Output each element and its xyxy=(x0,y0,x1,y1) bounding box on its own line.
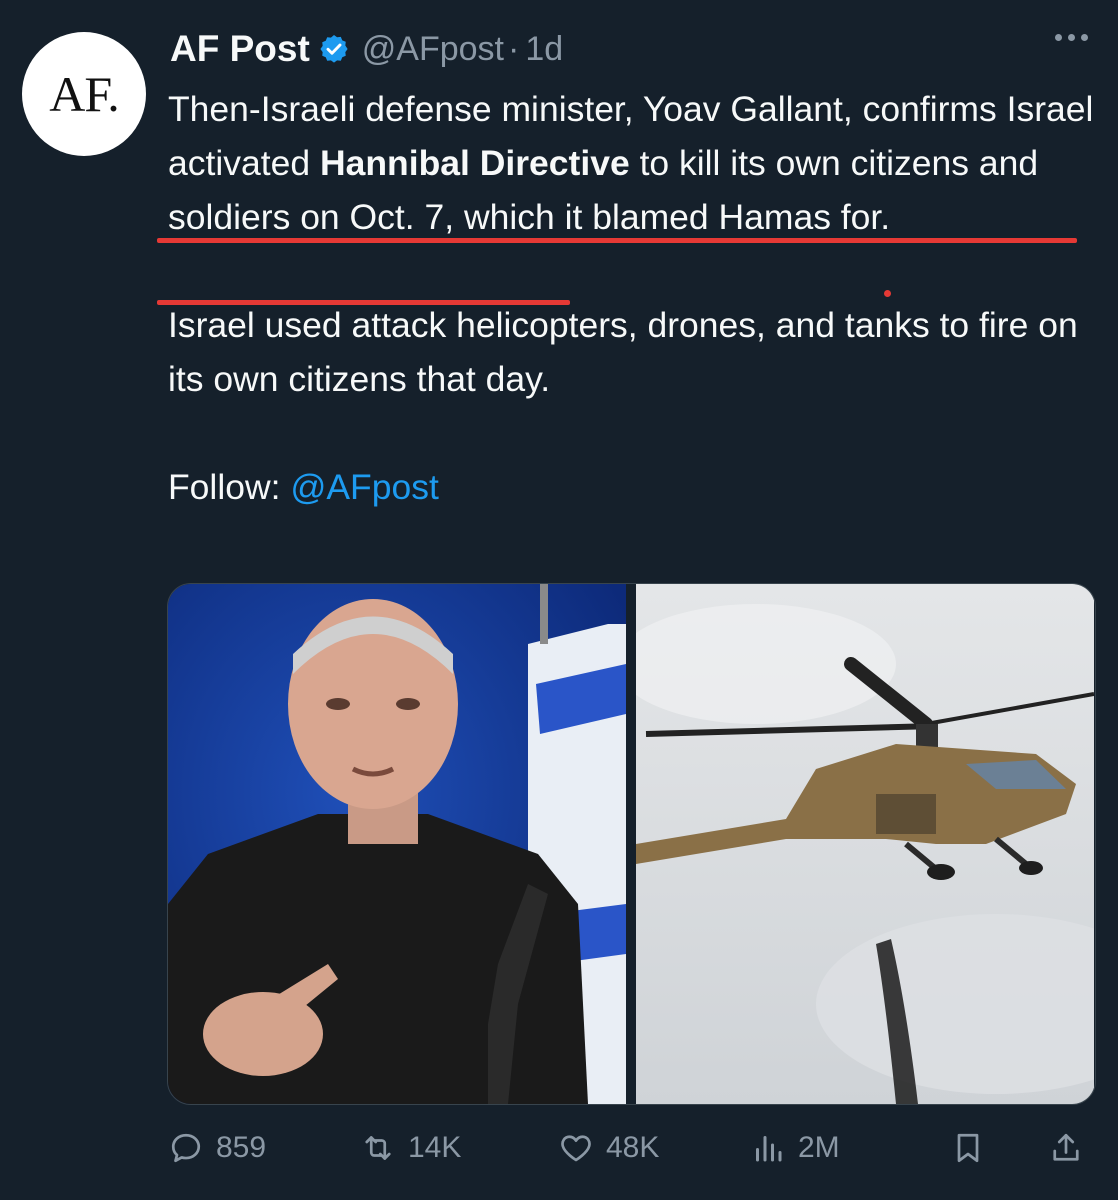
header-separator: · xyxy=(508,29,520,68)
red-underline-annotation xyxy=(157,238,1077,243)
red-dot-annotation xyxy=(884,290,891,297)
share-button[interactable] xyxy=(1048,1130,1096,1166)
heart-icon xyxy=(561,1135,591,1162)
post-paragraph-1: Then-Israeli defense minister, Yoav Gall… xyxy=(168,82,1098,244)
author-name[interactable]: AF Post xyxy=(170,28,310,70)
bookmark-button[interactable] xyxy=(950,1130,998,1166)
views-count: 2M xyxy=(798,1131,840,1164)
follow-prefix: Follow: xyxy=(168,467,291,507)
mention-link[interactable]: @AFpost xyxy=(290,467,439,507)
post-header: AF Post @AFpost · 1d xyxy=(170,26,1088,72)
post-avatar[interactable]: AF. xyxy=(22,32,146,156)
share-icon xyxy=(1053,1133,1079,1161)
repost-icon xyxy=(365,1136,391,1160)
verified-badge-icon xyxy=(320,35,348,63)
post-media-grid xyxy=(167,583,1096,1105)
media-photo-helicopter[interactable] xyxy=(636,584,1095,1104)
helicopter-photo-image xyxy=(636,584,1095,1104)
post-actions-bar: 859 14K 48K 2M xyxy=(168,1120,1088,1176)
post-text: Then-Israeli defense minister, Yoav Gall… xyxy=(168,82,1098,514)
bookmark-icon xyxy=(957,1133,979,1163)
views-chart-icon xyxy=(756,1136,782,1162)
post-paragraph-3: Follow: @AFpost xyxy=(168,460,1098,514)
reply-count: 859 xyxy=(216,1131,267,1164)
like-button[interactable]: 48K xyxy=(558,1130,659,1166)
repost-button[interactable]: 14K xyxy=(360,1130,461,1166)
author-handle[interactable]: @AFpost xyxy=(362,30,504,69)
post-paragraph-2: Israel used attack helicopters, drones, … xyxy=(168,305,1078,399)
speaker-photo-image xyxy=(168,584,626,1104)
reply-icon xyxy=(171,1133,201,1163)
views-button[interactable]: 2M xyxy=(750,1130,840,1166)
paragraph-1-bold: Hannibal Directive xyxy=(319,143,630,183)
media-photo-speaker[interactable] xyxy=(168,584,626,1104)
more-dots-icon[interactable] xyxy=(1055,34,1088,41)
repost-count: 14K xyxy=(408,1131,462,1164)
red-underline-annotation xyxy=(157,300,570,305)
post-timestamp[interactable]: 1d xyxy=(525,30,563,69)
reply-button[interactable]: 859 xyxy=(168,1130,266,1166)
like-count: 48K xyxy=(606,1131,660,1164)
avatar-logo-text: AF. xyxy=(49,66,119,122)
